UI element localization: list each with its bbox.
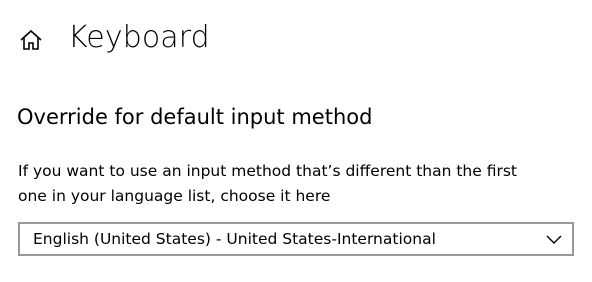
home-button[interactable] bbox=[14, 24, 48, 56]
input-method-dropdown[interactable]: English (United States) - United States-… bbox=[18, 222, 574, 256]
chevron-down-icon bbox=[546, 233, 562, 245]
page-title: Keyboard bbox=[68, 20, 210, 55]
home-icon bbox=[19, 29, 43, 51]
description-line: one in your language list, choose it her… bbox=[18, 187, 331, 205]
dropdown-selected-value: English (United States) - United States-… bbox=[33, 230, 436, 248]
keyboard-settings-page: Keyboard Override for default input meth… bbox=[0, 0, 592, 282]
description-line: If you want to use an input method that’… bbox=[18, 162, 518, 180]
section-description: If you want to use an input method that’… bbox=[18, 159, 578, 209]
page-header: Keyboard bbox=[0, 0, 592, 80]
section-title: Override for default input method bbox=[17, 105, 373, 129]
